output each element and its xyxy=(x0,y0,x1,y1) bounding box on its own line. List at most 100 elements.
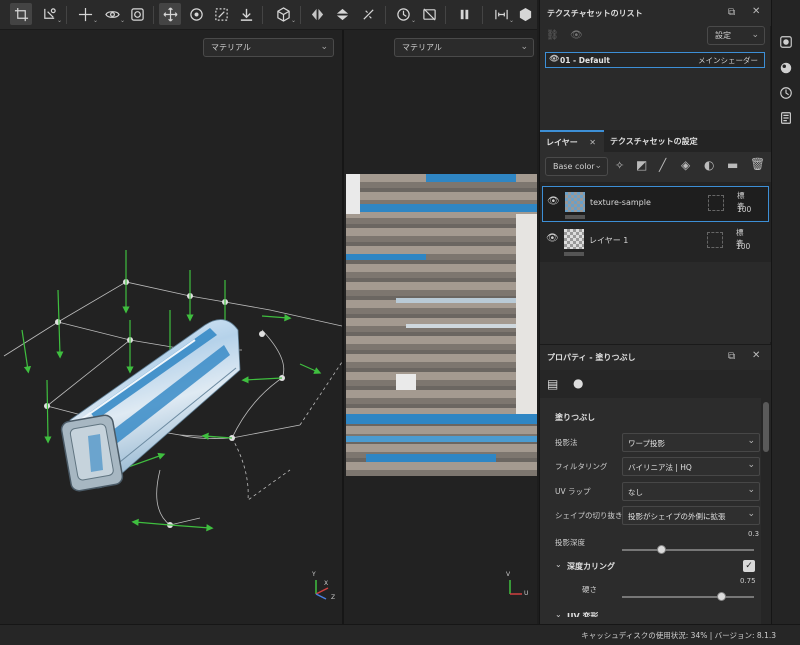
download-icon[interactable] xyxy=(235,3,257,25)
shape-crop-label: シェイプの切り抜き xyxy=(555,511,623,520)
close-icon[interactable]: ✕ xyxy=(752,350,760,361)
properties-header: プロパティ - 塗りつぶし xyxy=(540,344,771,370)
rotate-tool-icon[interactable] xyxy=(185,3,207,25)
eye-icon[interactable]: 👁 xyxy=(570,30,583,41)
uv-wrap-select[interactable]: なし ⌄ xyxy=(622,482,760,501)
tab-layers-label: レイヤー xyxy=(546,137,578,147)
undock-icon[interactable]: ⧉ xyxy=(728,7,735,18)
shape-crop-select[interactable]: 投影がシェイプの外側に拡張 ⌄ xyxy=(622,506,760,525)
tab-texture-set-settings-label: テクスチャセットの設定 xyxy=(610,136,698,146)
history-icon[interactable]: ⌄ xyxy=(392,3,416,25)
layer-mask-slot[interactable] xyxy=(707,232,723,248)
fill-properties-icon[interactable]: ▤ xyxy=(547,377,558,391)
hardness-slider-knob[interactable] xyxy=(716,592,726,601)
filtering-select[interactable]: バイリニア法 | HQ ⌄ xyxy=(622,457,760,476)
material-select-2d[interactable]: マテリアル ⌄ xyxy=(394,38,534,57)
depth-slider[interactable] xyxy=(622,549,754,551)
layer-blend-controls: 標準 100 xyxy=(707,227,750,257)
history-icon[interactable] xyxy=(778,85,794,101)
uv-wrap-label: UV ラップ xyxy=(555,487,591,496)
shader-settings-icon[interactable] xyxy=(778,60,794,76)
scale-tool-icon[interactable] xyxy=(210,3,232,25)
projection-select[interactable]: ワープ投影 ⌄ xyxy=(622,433,760,452)
axis-gizmo-3d: Y X Z xyxy=(310,571,336,601)
mask-icon[interactable]: ◩ xyxy=(636,158,647,172)
crop-tool-icon[interactable] xyxy=(10,3,32,25)
layer-item[interactable]: 👁 texture-sample 標準 100 xyxy=(542,186,769,222)
chevron-down-icon: ⌄ xyxy=(747,436,755,446)
visibility-tool-icon[interactable]: ⌄ xyxy=(101,3,125,25)
camera-sync-icon[interactable] xyxy=(126,3,148,25)
scrollbar-thumb[interactable] xyxy=(763,402,769,452)
axis-gizmo-2d: V U xyxy=(504,571,530,600)
hardness-slider[interactable] xyxy=(622,596,754,598)
depth-slider-knob[interactable] xyxy=(657,545,667,554)
move-tool-icon[interactable] xyxy=(159,3,181,25)
hardness-value[interactable]: 0.75 xyxy=(740,577,756,585)
depth-value[interactable]: 0.3 xyxy=(748,530,759,538)
layer-item[interactable]: 👁 レイヤー 1 標準 100 xyxy=(542,224,769,260)
viewport-3d[interactable]: マテリアル ⌄ Y X Z xyxy=(0,30,342,624)
tab-layers[interactable]: レイヤー ✕ xyxy=(540,130,604,152)
folder-icon[interactable]: ▬ xyxy=(727,158,738,172)
layer-name[interactable]: レイヤー 1 xyxy=(589,235,628,246)
transform-uv-tool-icon[interactable]: ⌄ xyxy=(38,3,62,25)
display-settings-icon[interactable] xyxy=(778,34,794,50)
properties-tabbar: ▤ ● xyxy=(540,370,771,398)
properties-scrollbar[interactable] xyxy=(761,398,771,624)
layer-thumbnail xyxy=(564,229,584,249)
channel-select[interactable]: Base color ⌄ xyxy=(545,157,608,176)
settings-label: 設定 xyxy=(715,31,731,40)
layer-opacity[interactable]: 100 xyxy=(736,242,750,251)
mirror-x-icon[interactable] xyxy=(306,3,328,25)
viewport-2d[interactable]: マテリアル ⌄ V U xyxy=(344,30,537,624)
hide-overlay-icon[interactable] xyxy=(418,3,440,25)
mirror-y-icon[interactable] xyxy=(331,3,353,25)
cylinder-mesh xyxy=(60,319,241,492)
chevron-down-icon[interactable]: ⌄ xyxy=(555,610,562,619)
eye-icon[interactable]: 👁 xyxy=(547,196,560,207)
texture-set-shader[interactable]: メインシェーダー xyxy=(698,55,758,66)
layer-name[interactable]: texture-sample xyxy=(590,198,651,207)
undock-icon[interactable]: ⧉ xyxy=(728,351,735,362)
symmetry-icon[interactable] xyxy=(357,3,379,25)
paint-brush-icon[interactable]: ╱ xyxy=(659,158,666,172)
cube-view-icon[interactable]: ⌄ xyxy=(272,3,296,25)
log-icon[interactable] xyxy=(778,110,794,126)
uv-projection-title: UV 変形 xyxy=(567,612,599,617)
axis-tool-icon[interactable]: ⌄ xyxy=(74,3,98,25)
texture-set-item[interactable]: 👁 01 - Default メインシェーダー xyxy=(545,52,765,68)
pause-icon[interactable] xyxy=(453,3,475,25)
material-select-2d-label: マテリアル xyxy=(402,43,442,52)
chevron-down-icon[interactable]: ⌄ xyxy=(555,560,562,569)
filtering-value: バイリニア法 | HQ xyxy=(628,463,692,472)
axis-z-label: Z xyxy=(331,594,336,601)
close-icon[interactable]: ✕ xyxy=(752,6,760,17)
layer-opacity[interactable]: 100 xyxy=(737,205,751,214)
filtering-row: フィルタリング バイリニア法 | HQ ⌄ xyxy=(555,457,765,476)
eye-icon[interactable]: 👁 xyxy=(546,233,559,244)
layer-mask-slot[interactable] xyxy=(708,195,724,211)
close-icon[interactable]: ✕ xyxy=(589,138,596,147)
trash-icon[interactable]: 🗑 xyxy=(750,157,765,171)
link-icon[interactable]: ⛓ xyxy=(546,30,559,41)
texture-set-settings-select[interactable]: 設定 ⌄ xyxy=(707,26,765,45)
channel-select-label: Base color xyxy=(553,162,595,171)
chevron-down-icon: ⌄ xyxy=(747,485,755,495)
material-ball-icon[interactable]: ● xyxy=(573,376,583,390)
chevron-down-icon: ⌄ xyxy=(747,460,755,470)
fill-bucket-icon[interactable]: ◈ xyxy=(681,158,690,172)
depth-culling-checkbox[interactable]: ✓ xyxy=(743,560,755,572)
tab-texture-set-settings[interactable]: テクスチャセットの設定 xyxy=(604,130,724,152)
layer-list-empty-area xyxy=(540,262,771,342)
warp-projection-scene xyxy=(3,250,342,532)
smart-material-icon[interactable]: ◐ xyxy=(704,158,714,172)
axis-x-label: X xyxy=(324,580,329,587)
effect-wand-icon[interactable]: ✧ xyxy=(615,159,624,172)
eye-icon[interactable]: 👁 xyxy=(549,54,559,63)
display-mode-icon[interactable] xyxy=(514,3,536,25)
depth-culling-title: 深度カリング xyxy=(567,562,615,571)
right-panel: テクスチャセットのリスト ⧉ ✕ ⛓ 👁 設定 ⌄ 👁 01 - Default… xyxy=(539,0,771,624)
layer-toolbar: Base color ⌄ ✧ ◩ ╱ ◈ ◐ ▬ 🗑 xyxy=(540,152,771,182)
split-view-icon[interactable]: ⌄ xyxy=(490,3,514,25)
